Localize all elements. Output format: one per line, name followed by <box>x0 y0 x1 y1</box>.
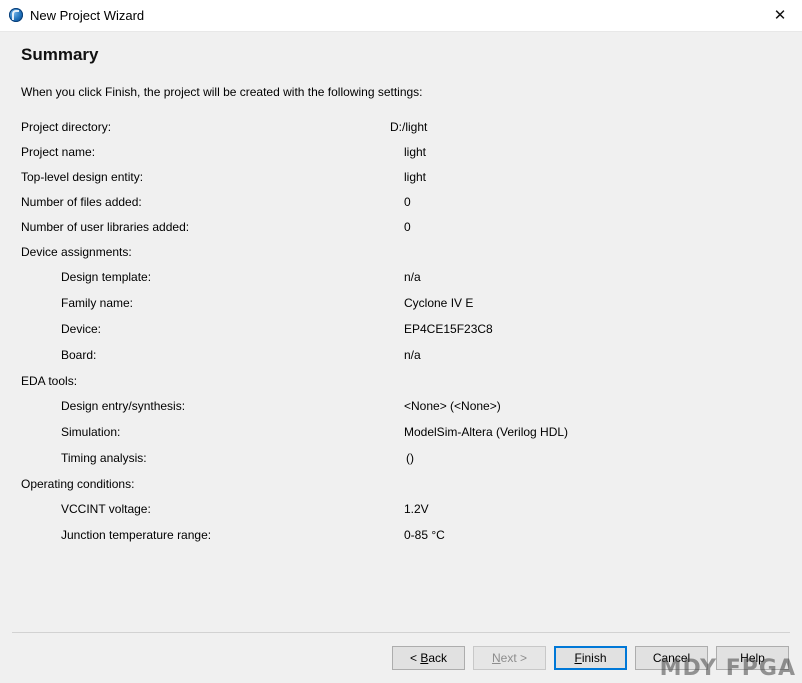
label-top-level-entity: Top-level design entity: <box>21 170 144 184</box>
label-design-template: Design template: <box>61 270 152 284</box>
label-files-added: Number of files added: <box>21 195 142 209</box>
value-simulation: ModelSim-Altera (Verilog HDL) <box>404 425 569 439</box>
finish-button-rest: inish <box>581 651 607 665</box>
value-project-name: light <box>404 145 427 159</box>
next-button[interactable]: Next > <box>473 646 546 670</box>
back-button-rest: ack <box>428 651 448 665</box>
value-design-template: n/a <box>404 270 421 284</box>
value-vccint-voltage: 1.2V <box>404 502 429 516</box>
value-junction-temperature: 0-85 °C <box>404 528 445 542</box>
next-button-mnemonic: N <box>491 651 501 665</box>
label-user-libraries-added: Number of user libraries added: <box>21 220 190 234</box>
value-files-added: 0 <box>404 195 411 209</box>
label-vccint-voltage: VCCINT voltage: <box>61 502 151 516</box>
value-board: n/a <box>404 348 421 362</box>
value-family-name: Cyclone IV E <box>404 296 474 310</box>
value-project-directory: D:/light <box>390 120 428 134</box>
value-design-entry: <None> (<None>) <box>404 399 501 413</box>
value-timing-analysis: () <box>406 451 414 465</box>
label-project-name: Project name: <box>21 145 96 159</box>
back-button[interactable]: < Back <box>392 646 465 670</box>
button-area-divider <box>12 632 790 633</box>
value-user-libraries-added: 0 <box>404 220 411 234</box>
quartus-app-icon <box>9 8 23 22</box>
page-heading: Summary <box>21 45 99 64</box>
label-eda-tools: EDA tools: <box>21 374 78 388</box>
close-button[interactable]: ✕ <box>758 0 802 31</box>
value-device: EP4CE15F23C8 <box>404 322 493 336</box>
label-device-assignments: Device assignments: <box>21 245 132 259</box>
label-project-directory: Project directory: <box>21 120 112 134</box>
finish-button[interactable]: Finish <box>554 646 627 670</box>
label-board: Board: <box>61 348 97 362</box>
window-title: New Project Wizard <box>30 8 145 23</box>
label-operating-conditions: Operating conditions: <box>21 477 135 491</box>
label-device: Device: <box>61 322 102 336</box>
value-top-level-entity: light <box>404 170 427 184</box>
watermark-text: MDY FPGA <box>659 656 796 681</box>
label-design-entry: Design entry/synthesis: <box>61 399 186 413</box>
finish-button-mnemonic: F <box>574 651 582 665</box>
back-button-prefix: < <box>409 651 421 665</box>
intro-text: When you click Finish, the project will … <box>21 85 423 99</box>
next-button-rest: ext > <box>500 651 528 665</box>
label-timing-analysis: Timing analysis: <box>61 451 147 465</box>
label-family-name: Family name: <box>61 296 134 310</box>
label-junction-temperature: Junction temperature range: <box>61 528 212 542</box>
title-bar: New Project Wizard ✕ <box>0 0 802 32</box>
label-simulation: Simulation: <box>61 425 121 439</box>
